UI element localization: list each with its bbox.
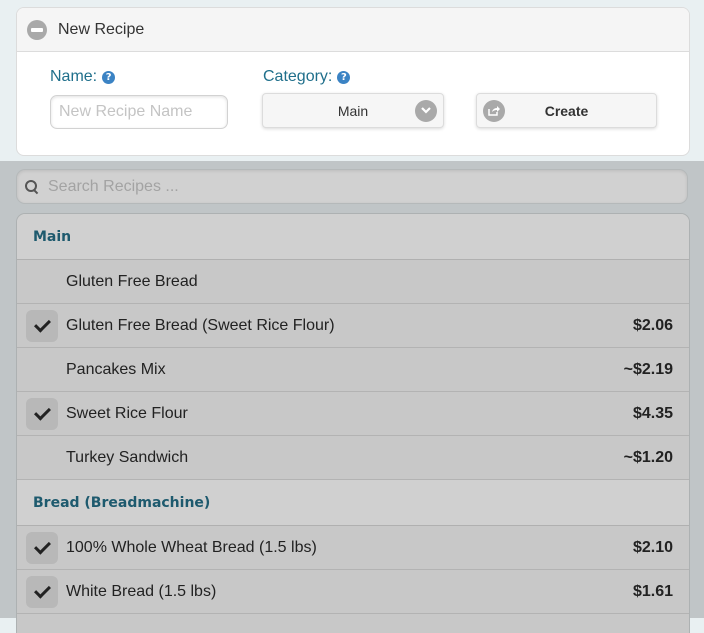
new-recipe-area: New Recipe Name: ? Category: ? Main Crea… [0, 0, 704, 161]
list-item[interactable]: Sweet Rice Flour $4.35 [17, 392, 689, 436]
group-divider: Bread (Breadmachine) [17, 480, 689, 526]
panel-header[interactable]: New Recipe [17, 8, 689, 52]
item-price: $4.35 [632, 404, 673, 422]
group-divider: Main [17, 214, 689, 260]
item-label: Gluten Free Bread [66, 272, 198, 290]
search-icon [24, 179, 40, 195]
list-item[interactable]: Gluten Free Bread (Sweet Rice Flour) $2.… [17, 304, 689, 348]
category-select[interactable]: Main [262, 93, 444, 128]
create-label: Create [544, 102, 589, 119]
checkbox[interactable] [26, 309, 58, 342]
category-label-text: Category: [263, 68, 333, 85]
category-label: Category: ? [263, 68, 351, 86]
list-item[interactable]: Pancakes Mix ~$2.19 [17, 348, 689, 392]
recipe-list-area: Main Gluten Free Bread Gluten Free Bread… [0, 161, 704, 633]
search-bar [16, 169, 688, 204]
recipe-list: Main Gluten Free Bread Gluten Free Bread… [16, 213, 690, 633]
panel-title: New Recipe [58, 20, 145, 38]
list-item[interactable]: Gluten Free Bread [17, 260, 689, 304]
help-icon[interactable]: ? [102, 70, 116, 84]
list-item[interactable]: Turkey Sandwich ~$1.20 [17, 436, 689, 480]
item-label: 100% Whole Wheat Bread (1.5 lbs) [66, 538, 317, 556]
item-label: Gluten Free Bread (Sweet Rice Flour) [66, 316, 335, 334]
checkbox[interactable] [26, 575, 58, 608]
share-icon [483, 99, 505, 122]
item-price: ~$2.19 [623, 360, 673, 378]
recipe-name-input[interactable] [50, 95, 228, 129]
new-recipe-panel: New Recipe Name: ? Category: ? Main Crea… [16, 7, 690, 156]
item-price: $2.10 [632, 538, 673, 556]
item-label: Sweet Rice Flour [66, 404, 188, 422]
item-label: Turkey Sandwich [66, 448, 189, 466]
item-price: ~$1.20 [623, 448, 673, 466]
checkbox[interactable] [26, 397, 58, 430]
item-price: $2.06 [632, 316, 673, 334]
item-price: $1.61 [632, 582, 673, 600]
item-label: Pancakes Mix [66, 360, 166, 378]
chevron-down-icon [415, 99, 437, 122]
list-item[interactable]: 100% Whole Wheat Bread (1.5 lbs) $2.10 [17, 526, 689, 570]
minus-circle-icon[interactable] [27, 19, 47, 40]
check-icon [33, 315, 51, 333]
create-button[interactable]: Create [476, 93, 657, 128]
list-item[interactable]: White Bread (1.5 lbs) $1.61 [17, 570, 689, 614]
name-label-text: Name: [50, 68, 98, 85]
help-icon[interactable]: ? [337, 70, 351, 84]
category-selected-value: Main [337, 102, 369, 119]
item-label: White Bread (1.5 lbs) [66, 582, 217, 600]
search-input[interactable] [46, 176, 650, 197]
name-label: Name: ? [50, 68, 116, 86]
check-icon [33, 403, 51, 421]
checkbox[interactable] [26, 531, 58, 564]
check-icon [33, 537, 51, 555]
check-icon [33, 581, 51, 599]
